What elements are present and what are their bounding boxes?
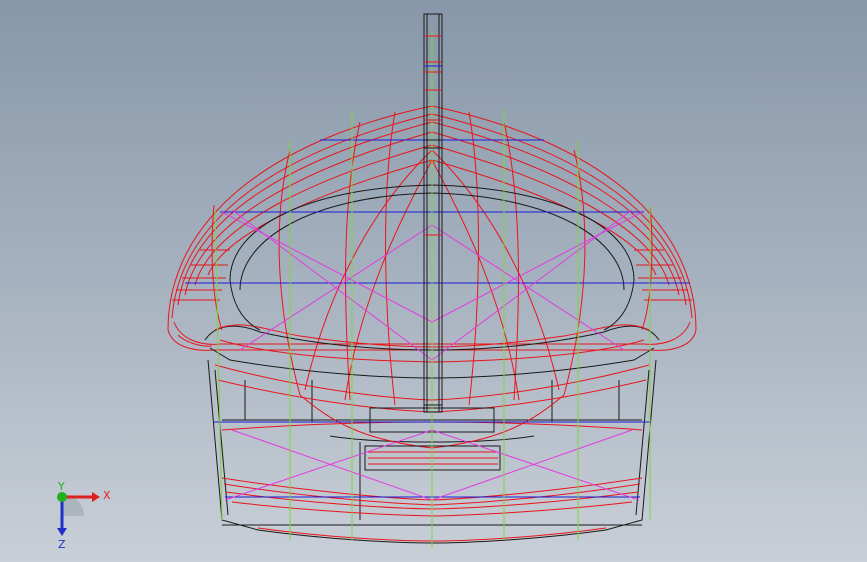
x-axis-label: X: [103, 489, 111, 502]
reference-triad: X Y Z: [48, 480, 118, 552]
y-axis-label: Y: [57, 482, 65, 493]
graphics-viewport[interactable]: X Y Z: [0, 0, 867, 562]
axis-origin-y-icon: [57, 492, 67, 502]
center-mast: [423, 13, 443, 413]
guide-lines: [214, 30, 651, 548]
z-axis-label: Z: [58, 538, 66, 551]
wireframe-model[interactable]: [0, 0, 867, 562]
